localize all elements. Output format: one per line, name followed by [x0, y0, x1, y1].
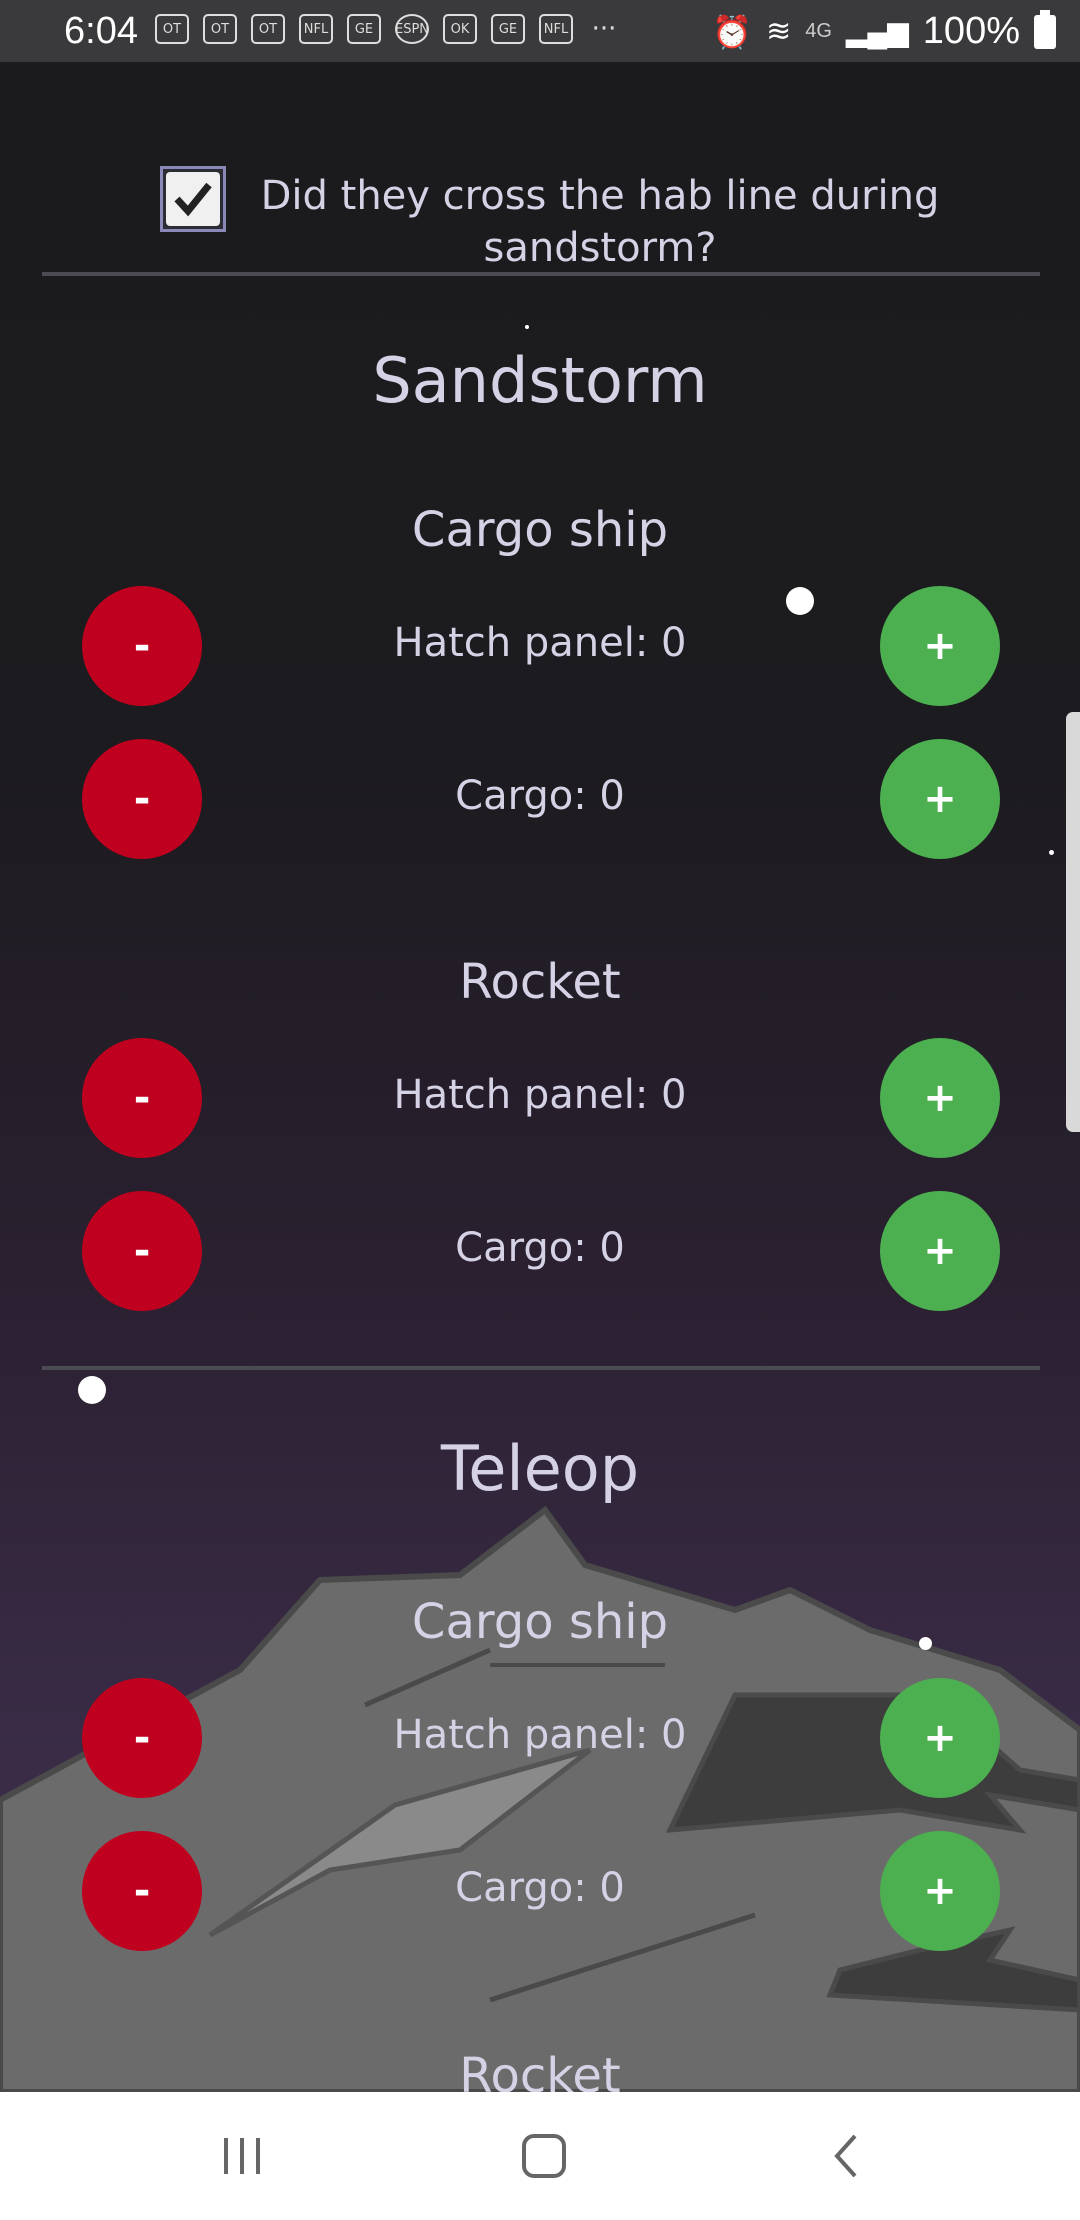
network-type: 4G — [805, 20, 832, 42]
section-title-sandstorm: Sandstorm — [372, 344, 708, 417]
back-icon — [834, 2134, 857, 2178]
teleop-cargo-ship-hatch-plus-button[interactable]: + — [880, 1678, 1000, 1798]
teleop-cargo-ship-cargo-plus-button[interactable]: + — [880, 1831, 1000, 1951]
alarm-icon: ⏰ — [712, 13, 753, 50]
status-bar: 6:04 OT OT OT NFL GE ESPN OK GE NFL ··· … — [0, 0, 1080, 62]
notification-icon: ESPN — [395, 14, 429, 44]
notification-icon: GE — [491, 14, 525, 44]
decorative-dot — [1049, 850, 1054, 855]
hab-line-checkbox[interactable] — [160, 166, 226, 232]
decorative-dot — [78, 1376, 106, 1404]
battery-percent: 100% — [922, 10, 1020, 52]
notification-icon: OT — [251, 14, 285, 44]
notification-icon: NFL — [299, 14, 333, 44]
notification-icon: OK — [443, 14, 477, 44]
decorative-dot — [525, 325, 529, 329]
decorative-dot — [786, 587, 814, 615]
sandstorm-rocket-cargo-plus-button[interactable]: + — [880, 1191, 1000, 1311]
scout-form: Did they cross the hab line during sands… — [0, 62, 1080, 2104]
sandstorm-cargo-ship-cargo-plus-button[interactable]: + — [880, 739, 1000, 859]
teleop-cargo-ship-title: Cargo ship — [411, 1594, 669, 1650]
status-time: 6:04 — [64, 10, 138, 52]
notification-icon: NFL — [539, 14, 573, 44]
status-right: ⏰ ≋ 4G ▂▄▆ 100% — [712, 9, 1056, 53]
signal-icon: ▂▄▆ — [845, 16, 909, 47]
sandstorm-rocket-title: Rocket — [459, 954, 621, 1010]
divider — [42, 272, 1040, 276]
decorative-dot — [919, 1637, 932, 1650]
sandstorm-rocket-hatch-plus-button[interactable]: + — [880, 1038, 1000, 1158]
hab-line-checkbox-row — [160, 166, 226, 232]
more-notifications-icon: ··· — [591, 14, 617, 44]
scrollbar-handle[interactable] — [1066, 712, 1080, 1132]
home-button[interactable] — [494, 2092, 594, 2220]
home-icon — [522, 2134, 566, 2178]
notification-icon: GE — [347, 14, 381, 44]
sandstorm-cargo-ship-hatch-plus-button[interactable]: + — [880, 586, 1000, 706]
divider — [42, 1366, 1040, 1370]
wifi-icon: ≋ — [766, 15, 792, 48]
check-icon — [166, 172, 220, 226]
recent-apps-button[interactable] — [192, 2092, 292, 2220]
sandstorm-cargo-ship-title: Cargo ship — [411, 502, 669, 558]
hab-line-checkbox-label: Did they cross the hab line during sands… — [260, 173, 940, 271]
notification-icon: OT — [155, 14, 189, 44]
navigation-bar — [0, 2092, 1080, 2220]
notification-icon: OT — [203, 14, 237, 44]
recent-apps-icon — [224, 2138, 260, 2174]
battery-icon — [1034, 9, 1056, 49]
section-title-teleop: Teleop — [440, 1432, 640, 1505]
notification-icons: OT OT OT NFL GE ESPN OK GE NFL ··· — [155, 14, 621, 44]
back-button[interactable] — [796, 2092, 896, 2220]
